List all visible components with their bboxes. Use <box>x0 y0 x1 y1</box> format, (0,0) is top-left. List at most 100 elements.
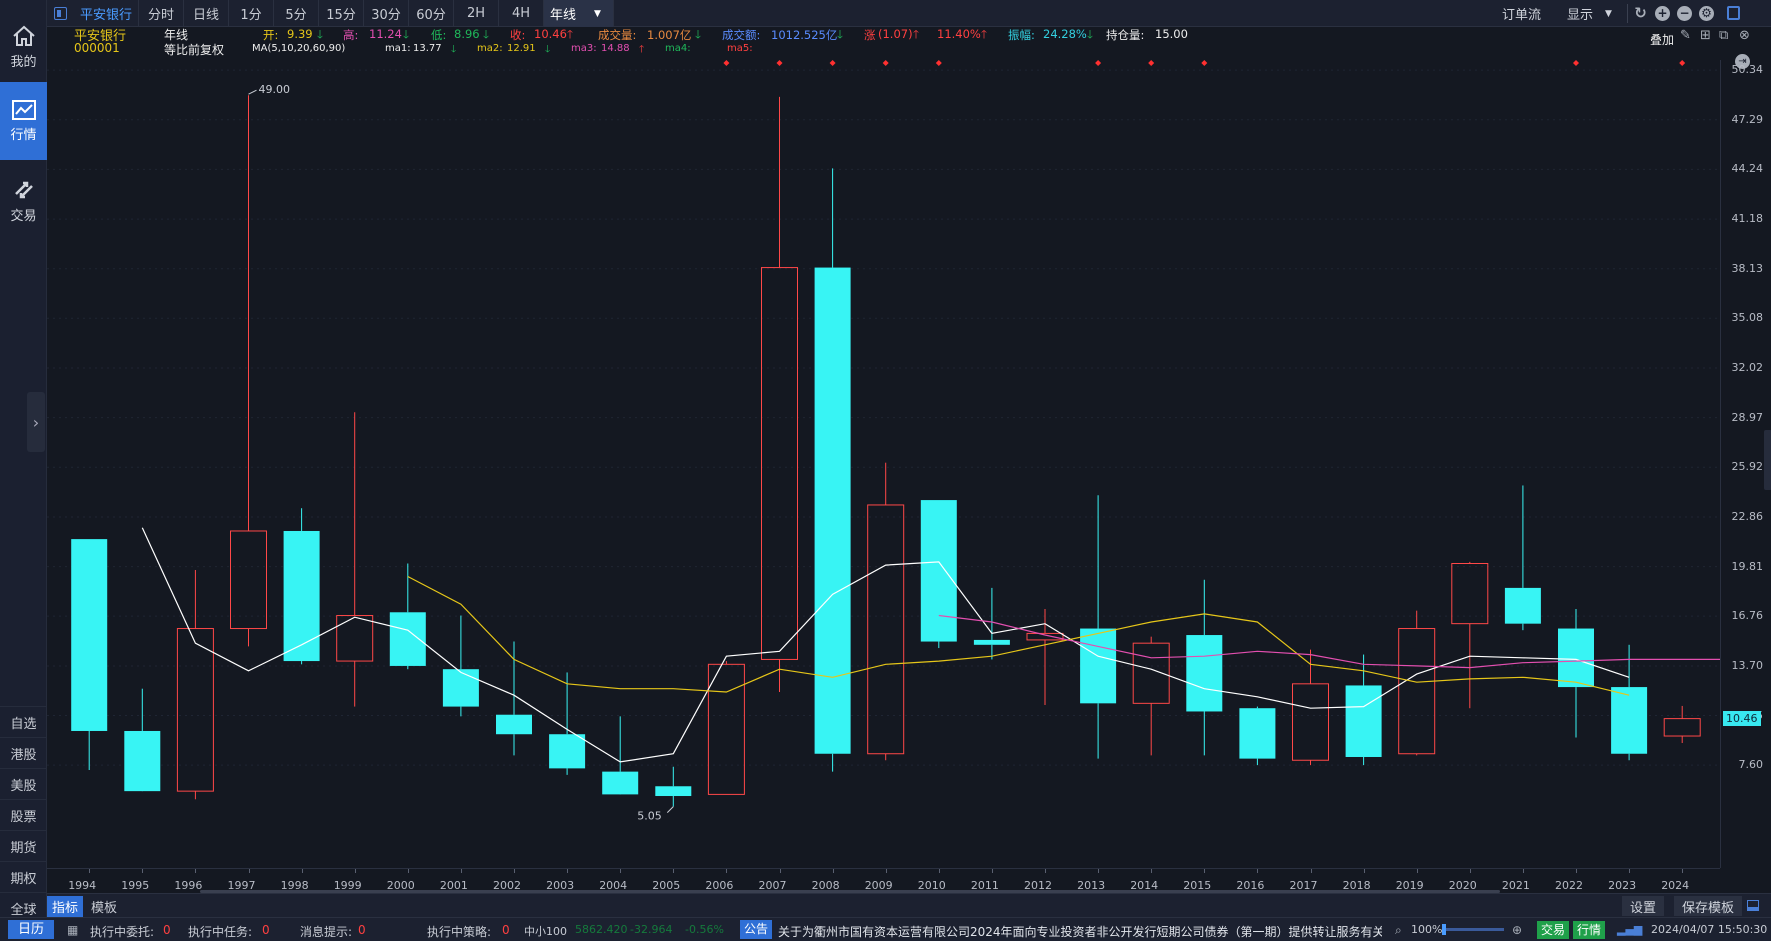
market-us[interactable]: 美股 <box>0 768 47 799</box>
year-tick <box>620 869 622 873</box>
tab-templates[interactable]: 模板 <box>91 897 117 916</box>
candle-body-up <box>230 530 267 630</box>
period-30min[interactable]: 30分 <box>364 0 409 27</box>
year-tick <box>1416 869 1418 873</box>
period-yearly-select[interactable]: 年线 ▼ <box>544 0 614 27</box>
market-options[interactable]: 期权 <box>0 861 47 892</box>
arrow-down-icon: 🡓 <box>837 27 843 41</box>
ma2-value: 12.91 <box>507 43 536 54</box>
quote-info-bar: 平安银行 000001 年线 等比前复权 开: 9.39 🡓 高: 11.24 … <box>47 27 1771 61</box>
low-annotation-leader <box>666 806 674 813</box>
period-daily[interactable]: 日线 <box>184 0 229 27</box>
nav-quotes[interactable]: 行情 <box>0 82 47 160</box>
zoom-in-icon[interactable]: + <box>1655 6 1670 21</box>
right-panel-handle[interactable] <box>1764 430 1771 490</box>
zoom-slider-thumb[interactable] <box>1442 924 1446 935</box>
table-icon: ▦ <box>67 923 79 937</box>
notice-ticker[interactable]: 关于为衢州市国有资本运营有限公司2024年面向专业投资者非公开发行短期公司债券（… <box>778 923 1382 940</box>
settings-icon[interactable]: ⚙ <box>1699 6 1714 21</box>
price-axis: ⇥ 50.34 47.29 44.24 41.18 38.13 35.08 32.02 28.… <box>1720 54 1771 868</box>
price-tick-label: 44.24 <box>1731 162 1764 176</box>
zoom-in-search-icon[interactable]: ⊕ <box>1512 923 1522 937</box>
price-tick-label: 50.34 <box>1731 63 1764 77</box>
pencil-icon[interactable]: ✎ <box>1680 28 1691 43</box>
arrow-up-icon: 🡑 <box>913 27 919 41</box>
period-1min[interactable]: 1分 <box>229 0 274 27</box>
period-yearly-label: 年线 <box>550 8 577 23</box>
market-hk[interactable]: 港股 <box>0 737 47 768</box>
save-template-button[interactable]: 保存模板 <box>1674 896 1743 916</box>
market-stocks[interactable]: 股票 <box>0 799 47 830</box>
refresh-icon[interactable]: ↻ <box>1633 6 1648 21</box>
period-2h[interactable]: 2H <box>454 0 499 27</box>
period-4h[interactable]: 4H <box>499 0 544 27</box>
signal-marker <box>1148 60 1155 66</box>
arrow-down-icon: 🡓 <box>1087 27 1093 41</box>
year-label: 2022 <box>1555 879 1583 892</box>
transfer-icon <box>14 181 33 198</box>
zoom-out-icon[interactable]: − <box>1677 6 1692 21</box>
index-name[interactable]: 中小100 <box>524 923 567 939</box>
period-timeshare[interactable]: 分时 <box>139 0 184 27</box>
settings-button[interactable]: 设置 <box>1622 896 1665 916</box>
high-value: 11.24 <box>369 27 402 41</box>
order-flow-button[interactable]: 订单流 <box>1502 0 1541 27</box>
trade-button[interactable]: 交易 <box>1537 921 1570 939</box>
year-tick <box>1469 869 1471 873</box>
volume-label: 成交量: <box>598 28 637 42</box>
panel-toggle-icon[interactable] <box>54 7 67 20</box>
candle-body-up <box>1451 563 1489 625</box>
display-menu[interactable]: 显示 ▼ <box>1567 0 1612 27</box>
tasks-label: 执行中任务: <box>188 925 253 939</box>
year-label: 2024 <box>1661 879 1690 892</box>
tab-indicators[interactable]: 指标 <box>47 896 84 917</box>
year-tick <box>142 869 144 873</box>
stock-tab[interactable]: 平安银行 <box>74 0 139 27</box>
candle-body-down <box>1080 628 1117 704</box>
candle-body-down <box>1504 587 1541 624</box>
overlay-button[interactable]: 叠加 <box>1650 31 1674 48</box>
market-futures[interactable]: 期货 <box>0 830 47 861</box>
layout-icon[interactable] <box>1727 6 1740 20</box>
sidebar-expand-button[interactable]: › <box>27 392 45 452</box>
year-tick <box>1045 869 1046 873</box>
amplitude-value: 24.28% <box>1043 27 1087 41</box>
candle-body-down <box>1239 708 1276 759</box>
candlestick-chart[interactable]: 49.00 5.05 <box>47 60 1736 868</box>
price-tick-label: 28.97 <box>1731 410 1764 424</box>
period-5min[interactable]: 5分 <box>274 0 319 27</box>
nav-quotes-label: 行情 <box>10 127 37 143</box>
year-tick <box>89 869 91 873</box>
window-icon[interactable] <box>1747 900 1759 911</box>
period-60min[interactable]: 60分 <box>409 0 454 27</box>
left-sidebar: 我的 行情 交易 › 自选 港股 美股 股票 期货 期权 全球 <box>0 0 47 941</box>
calendar-button[interactable]: 日历 <box>8 920 55 939</box>
candle-body-up <box>1663 718 1701 737</box>
ma1-line <box>141 527 1630 763</box>
year-tick <box>195 869 197 873</box>
grid-icon[interactable]: ⊞ <box>1700 28 1711 43</box>
nav-mine[interactable]: 我的 <box>0 8 47 86</box>
close-label: 收: <box>510 28 526 42</box>
signal-marker <box>1573 60 1579 66</box>
year-tick <box>1257 869 1259 873</box>
zoom-level: 100% <box>1411 923 1443 936</box>
price-tick-label: 35.08 <box>1731 311 1764 325</box>
market-watchlist[interactable]: 自选 <box>0 706 47 737</box>
copy-icon[interactable]: ⧉ <box>1719 28 1728 43</box>
year-tick <box>885 869 887 873</box>
period-15min[interactable]: 15分 <box>319 0 364 27</box>
candle-body-down <box>549 734 586 769</box>
close-icon[interactable]: ⊗ <box>1739 28 1750 43</box>
tasks-count: 0 <box>262 923 270 937</box>
nav-trade[interactable]: 交易 <box>0 162 47 240</box>
year-tick <box>354 869 356 873</box>
zoom-slider[interactable] <box>1442 924 1504 935</box>
status-bar: 日历 ▦ 执行中委托: 0 执行中任务: 0 消息提示: 0 执行中策略: 0 … <box>0 917 1771 941</box>
zoom-search-icon: ⌕ <box>1395 923 1402 937</box>
candle-body-down <box>602 771 639 795</box>
quote-button[interactable]: 行情 <box>1573 921 1606 939</box>
nav-trade-label: 交易 <box>10 208 37 224</box>
year-tick <box>1522 869 1524 873</box>
candle-body-down <box>920 500 957 642</box>
